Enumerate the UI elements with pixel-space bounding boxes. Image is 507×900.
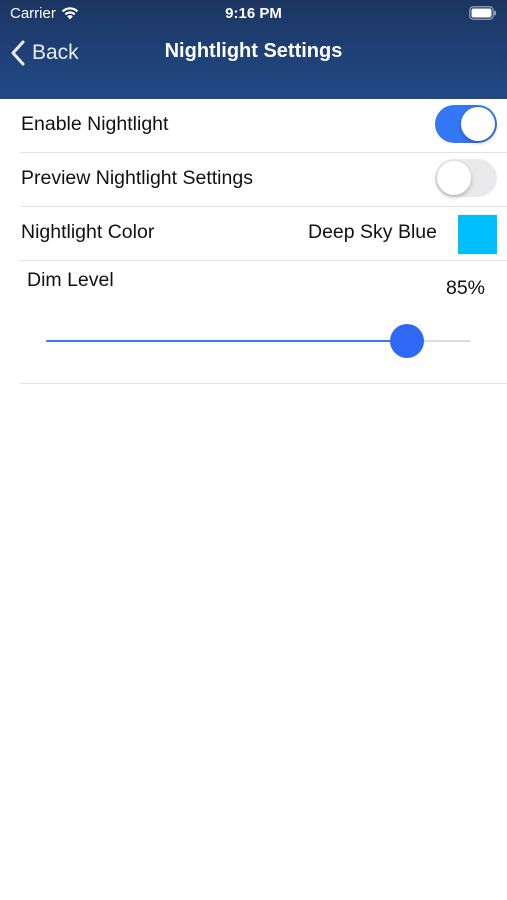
- dim-level-slider[interactable]: [46, 323, 471, 359]
- toggle-knob: [461, 107, 495, 141]
- enable-nightlight-label: Enable Nightlight: [21, 113, 169, 135]
- toggle-knob: [437, 161, 471, 195]
- battery-icon: [469, 6, 496, 20]
- page-title: Nightlight Settings: [164, 40, 343, 62]
- preview-nightlight-toggle[interactable]: [435, 159, 497, 197]
- enable-nightlight-row: Enable Nightlight: [20, 99, 507, 153]
- nightlight-color-value: Deep Sky Blue: [308, 221, 437, 243]
- header: Carrier 9:16 PM Back Nightlight Settings: [0, 0, 507, 99]
- status-time: 9:16 PM: [225, 5, 282, 22]
- slider-thumb[interactable]: [390, 324, 425, 358]
- settings-list: Enable Nightlight Preview Nightlight Set…: [0, 99, 507, 384]
- preview-nightlight-row: Preview Nightlight Settings: [20, 153, 507, 207]
- nightlight-settings-screen: Carrier 9:16 PM Back Nightlight Settings: [0, 0, 507, 900]
- preview-nightlight-label: Preview Nightlight Settings: [21, 167, 253, 189]
- nightlight-color-row[interactable]: Nightlight Color Deep Sky Blue: [20, 207, 507, 261]
- dim-level-label: Dim Level: [27, 269, 114, 291]
- status-bar: Carrier 9:16 PM: [0, 0, 507, 28]
- slider-fill: [46, 340, 408, 342]
- dim-level-value: 85%: [445, 277, 485, 299]
- nightlight-color-label: Nightlight Color: [21, 221, 155, 243]
- nightlight-color-swatch[interactable]: [458, 215, 497, 254]
- enable-nightlight-toggle[interactable]: [435, 105, 497, 143]
- navigation-bar: Back Nightlight Settings: [0, 28, 507, 78]
- dim-level-row: Dim Level 85%: [20, 261, 507, 384]
